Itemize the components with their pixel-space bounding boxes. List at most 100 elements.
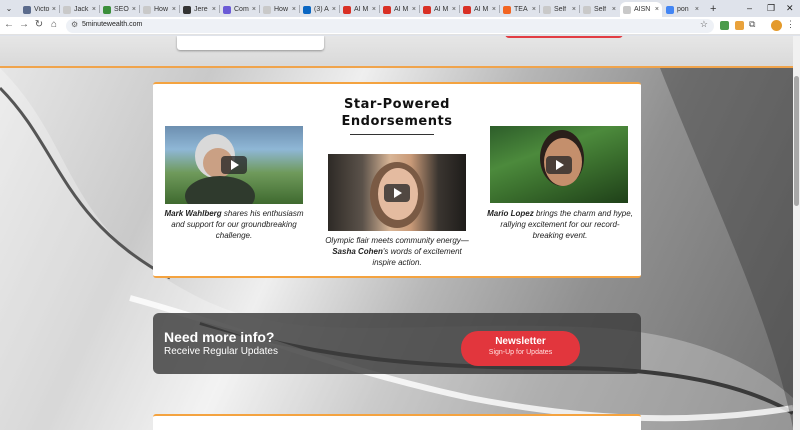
tab-close-icon[interactable]: × <box>132 6 136 13</box>
tab-close-icon[interactable]: × <box>532 6 536 13</box>
tab-close-icon[interactable]: × <box>92 6 96 13</box>
newsletter-button-sublabel: Sign-Up for Updates <box>488 349 553 356</box>
browser-tab[interactable]: SEO × <box>100 2 139 17</box>
tab-title: (3) A <box>314 6 329 13</box>
tab-title: AI M <box>394 6 409 13</box>
tab-close-icon[interactable]: × <box>332 6 336 13</box>
tab-close-icon[interactable]: × <box>612 6 616 13</box>
top-button[interactable] <box>505 36 623 38</box>
menu-dots-icon[interactable]: ⋮ <box>786 19 795 30</box>
info-subtitle: Receive Regular Updates <box>164 346 278 357</box>
tab-title: Jack <box>74 6 89 13</box>
caption-sasha-cohen: Olympic flair meets community energy—Sas… <box>325 236 469 267</box>
tab-favicon-icon <box>143 5 151 14</box>
close-window-icon[interactable]: ✕ <box>786 3 794 14</box>
caption-mark-wahlberg: Mark Wahlberg shares his enthusiasm and … <box>164 209 304 240</box>
tab-title: AI M <box>354 6 369 13</box>
extensions-puzzle-icon[interactable]: ⧉ <box>749 19 755 30</box>
tab-favicon-icon <box>303 5 311 14</box>
tab-title: AI M <box>474 6 489 13</box>
bookmark-star-icon[interactable]: ☆ <box>700 19 708 30</box>
page-scrollbar[interactable] <box>793 36 800 430</box>
play-icon[interactable] <box>546 155 572 174</box>
profile-avatar[interactable] <box>771 20 782 31</box>
tab-close-icon[interactable]: × <box>655 6 659 13</box>
new-tab-button[interactable]: + <box>710 3 716 15</box>
tab-close-icon[interactable]: × <box>252 6 256 13</box>
video-mario-lopez[interactable] <box>490 126 628 203</box>
tab-favicon-icon <box>543 5 551 14</box>
extension-icon[interactable] <box>735 21 744 30</box>
tab-close-icon[interactable]: × <box>695 6 699 13</box>
browser-tab[interactable]: AI M × <box>420 2 459 17</box>
tab-title: AI M <box>434 6 449 13</box>
tab-close-icon[interactable]: × <box>452 6 456 13</box>
play-icon[interactable] <box>221 156 247 174</box>
maximize-icon[interactable]: ❐ <box>767 3 775 14</box>
tab-close-icon[interactable]: × <box>172 6 176 13</box>
tab-title: Jere <box>194 6 208 13</box>
tab-close-icon[interactable]: × <box>372 6 376 13</box>
browser-tab[interactable]: Victo × <box>20 2 59 17</box>
tab-title: AISN <box>634 6 651 13</box>
tab-close-icon[interactable]: × <box>212 6 216 13</box>
caption-mario-lopez: Mario Lopez brings the charm and hype, r… <box>487 209 633 240</box>
tab-favicon-icon <box>666 5 674 14</box>
minimize-icon[interactable]: – <box>747 3 752 13</box>
forward-icon[interactable]: → <box>18 19 30 30</box>
browser-tab[interactable]: Jere × <box>180 2 219 17</box>
browser-tab[interactable]: AI M × <box>380 2 419 17</box>
tab-title: Victo <box>34 6 50 13</box>
tab-favicon-icon <box>503 5 511 14</box>
video-mark-wahlberg[interactable] <box>165 126 303 204</box>
browser-tab[interactable]: How × <box>140 2 179 17</box>
browser-tab[interactable]: Com × <box>220 2 259 17</box>
tab-close-icon[interactable]: × <box>292 6 296 13</box>
title-underline <box>350 134 434 135</box>
endorsements-card: Star-Powered Endorsements Mark Wahlberg … <box>153 82 641 278</box>
reload-icon[interactable]: ↻ <box>33 19 45 30</box>
tab-close-icon[interactable]: × <box>492 6 496 13</box>
browser-tab[interactable]: AI M × <box>340 2 379 17</box>
tab-favicon-icon <box>223 5 231 14</box>
browser-tab[interactable]: AI M × <box>460 2 499 17</box>
site-info-icon[interactable]: ⚙ <box>71 20 78 29</box>
tab-close-icon[interactable]: × <box>52 6 56 13</box>
tab-favicon-icon <box>423 5 431 14</box>
newsletter-button[interactable]: Newsletter Sign-Up for Updates <box>461 331 580 366</box>
scrollbar-thumb[interactable] <box>794 76 799 206</box>
browser-toolbar: ← → ↻ ⌂ ⚙ 5minutewealth.com ☆ ⧉ ⋮ <box>0 17 800 35</box>
home-icon[interactable]: ⌂ <box>48 19 60 30</box>
info-title: Need more info? <box>164 329 275 345</box>
browser-tab[interactable]: TEA × <box>500 2 539 17</box>
tab-title: pon <box>677 6 689 13</box>
video-sasha-cohen[interactable] <box>328 154 466 231</box>
extension-icon[interactable] <box>720 21 729 30</box>
address-bar[interactable]: ⚙ 5minutewealth.com ☆ <box>66 19 714 33</box>
browser-tab[interactable]: Jack × <box>60 2 99 17</box>
tab-favicon-icon <box>183 5 191 14</box>
tab-close-icon[interactable]: × <box>572 6 576 13</box>
tab-title: Self <box>554 6 567 13</box>
browser-tab[interactable]: How × <box>260 2 299 17</box>
tab-favicon-icon <box>343 5 351 14</box>
browser-tab[interactable]: AISN × <box>620 2 662 17</box>
browser-tab[interactable]: Self × <box>580 2 619 17</box>
tab-close-icon[interactable]: × <box>412 6 416 13</box>
tab-strip: ⌄ Victo × Jack × SEO × How × Jere × Com × How × (3) A ×… <box>0 0 800 17</box>
top-section <box>0 36 793 67</box>
tab-favicon-icon <box>463 5 471 14</box>
tab-favicon-icon <box>63 5 71 14</box>
play-icon[interactable] <box>384 183 410 202</box>
newsletter-button-label: Newsletter <box>495 336 546 347</box>
browser-tab[interactable]: (3) A × <box>300 2 339 17</box>
section-title: Star-Powered Endorsements <box>341 97 453 129</box>
tab-search-icon[interactable]: ⌄ <box>3 3 15 15</box>
browser-tab[interactable]: Self × <box>540 2 579 17</box>
browser-tab[interactable]: pon × <box>663 2 702 17</box>
tab-title: How <box>154 6 169 13</box>
tab-title: TEA <box>514 6 528 13</box>
tab-title: Com <box>234 6 249 13</box>
url-text[interactable]: 5minutewealth.com <box>82 21 142 28</box>
back-icon[interactable]: ← <box>3 19 15 30</box>
